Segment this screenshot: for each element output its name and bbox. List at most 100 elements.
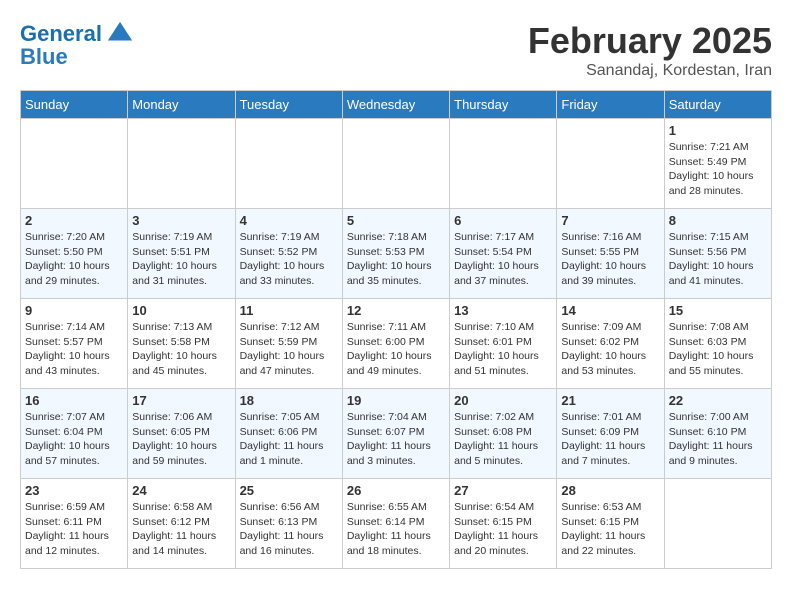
calendar-week-row: 9Sunrise: 7:14 AM Sunset: 5:57 PM Daylig… <box>21 299 772 389</box>
day-info: Sunrise: 7:20 AM Sunset: 5:50 PM Dayligh… <box>25 230 123 289</box>
calendar-cell <box>21 119 128 209</box>
calendar-cell: 22 Sunrise: 7:00 AM Sunset: 6:10 PM Dayli… <box>664 389 771 479</box>
calendar-cell: 19 Sunrise: 7:04 AM Sunset: 6:07 PM Dayli… <box>342 389 449 479</box>
day-number: 26 <box>347 483 445 498</box>
calendar-cell: 25 Sunrise: 6:56 AM Sunset: 6:13 PM Dayli… <box>235 479 342 569</box>
calendar-cell: 3 Sunrise: 7:19 AM Sunset: 5:51 PM Daylig… <box>128 209 235 299</box>
calendar-cell <box>557 119 664 209</box>
calendar-week-row: 16 Sunrise: 7:07 AM Sunset: 6:04 PM Dayli… <box>21 389 772 479</box>
day-info: Sunrise: 7:18 AM Sunset: 5:53 PM Dayligh… <box>347 230 445 289</box>
day-number: 13 <box>454 303 552 318</box>
day-number: 14 <box>561 303 659 318</box>
month-year: February 2025 <box>528 20 772 62</box>
day-number: 1 <box>669 123 767 138</box>
calendar-cell: 7Sunrise: 7:16 AM Sunset: 5:55 PM Daylig… <box>557 209 664 299</box>
calendar-cell: 11 Sunrise: 7:12 AM Sunset: 5:59 PM Dayli… <box>235 299 342 389</box>
day-info: Sunrise: 7:12 AM Sunset: 5:59 PM Dayligh… <box>240 320 338 379</box>
col-header-thursday: Thursday <box>450 91 557 119</box>
day-number: 3 <box>132 213 230 228</box>
day-info: Sunrise: 7:19 AM Sunset: 5:52 PM Dayligh… <box>240 230 338 289</box>
day-info: Sunrise: 7:04 AM Sunset: 6:07 PM Dayligh… <box>347 410 445 469</box>
calendar-cell: 18 Sunrise: 7:05 AM Sunset: 6:06 PM Dayli… <box>235 389 342 479</box>
calendar-cell: 26 Sunrise: 6:55 AM Sunset: 6:14 PM Dayli… <box>342 479 449 569</box>
day-number: 24 <box>132 483 230 498</box>
calendar-cell: 24 Sunrise: 6:58 AM Sunset: 6:12 PM Dayli… <box>128 479 235 569</box>
day-info: Sunrise: 7:10 AM Sunset: 6:01 PM Dayligh… <box>454 320 552 379</box>
day-number: 25 <box>240 483 338 498</box>
col-header-sunday: Sunday <box>21 91 128 119</box>
col-header-monday: Monday <box>128 91 235 119</box>
calendar-cell <box>235 119 342 209</box>
day-info: Sunrise: 7:16 AM Sunset: 5:55 PM Dayligh… <box>561 230 659 289</box>
day-info: Sunrise: 7:02 AM Sunset: 6:08 PM Dayligh… <box>454 410 552 469</box>
day-number: 6 <box>454 213 552 228</box>
day-number: 4 <box>240 213 338 228</box>
day-number: 12 <box>347 303 445 318</box>
calendar-cell: 6 Sunrise: 7:17 AM Sunset: 5:54 PM Daylig… <box>450 209 557 299</box>
calendar-cell: 27 Sunrise: 6:54 AM Sunset: 6:15 PM Dayli… <box>450 479 557 569</box>
day-info: Sunrise: 7:15 AM Sunset: 5:56 PM Dayligh… <box>669 230 767 289</box>
day-info: Sunrise: 7:13 AM Sunset: 5:58 PM Dayligh… <box>132 320 230 379</box>
calendar-cell: 2Sunrise: 7:20 AM Sunset: 5:50 PM Daylig… <box>21 209 128 299</box>
day-number: 28 <box>561 483 659 498</box>
calendar-cell: 21 Sunrise: 7:01 AM Sunset: 6:09 PM Dayli… <box>557 389 664 479</box>
calendar-cell <box>128 119 235 209</box>
calendar-cell: 17 Sunrise: 7:06 AM Sunset: 6:05 PM Dayli… <box>128 389 235 479</box>
day-number: 9 <box>25 303 123 318</box>
calendar-cell: 14 Sunrise: 7:09 AM Sunset: 6:02 PM Dayli… <box>557 299 664 389</box>
calendar-week-row: 1 Sunrise: 7:21 AM Sunset: 5:49 PM Daylig… <box>21 119 772 209</box>
calendar-cell: 10 Sunrise: 7:13 AM Sunset: 5:58 PM Dayli… <box>128 299 235 389</box>
day-number: 10 <box>132 303 230 318</box>
day-number: 16 <box>25 393 123 408</box>
day-number: 27 <box>454 483 552 498</box>
day-number: 21 <box>561 393 659 408</box>
day-number: 8 <box>669 213 767 228</box>
day-info: Sunrise: 6:58 AM Sunset: 6:12 PM Dayligh… <box>132 500 230 559</box>
day-number: 23 <box>25 483 123 498</box>
day-info: Sunrise: 7:11 AM Sunset: 6:00 PM Dayligh… <box>347 320 445 379</box>
calendar-cell: 5Sunrise: 7:18 AM Sunset: 5:53 PM Daylig… <box>342 209 449 299</box>
logo-text: General <box>20 22 102 46</box>
day-number: 22 <box>669 393 767 408</box>
day-info: Sunrise: 7:06 AM Sunset: 6:05 PM Dayligh… <box>132 410 230 469</box>
day-number: 17 <box>132 393 230 408</box>
logo-icon <box>106 20 134 48</box>
calendar-cell <box>664 479 771 569</box>
col-header-tuesday: Tuesday <box>235 91 342 119</box>
day-info: Sunrise: 7:19 AM Sunset: 5:51 PM Dayligh… <box>132 230 230 289</box>
calendar-table: SundayMondayTuesdayWednesdayThursdayFrid… <box>20 90 772 569</box>
day-number: 19 <box>347 393 445 408</box>
calendar-header-row: SundayMondayTuesdayWednesdayThursdayFrid… <box>21 91 772 119</box>
day-info: Sunrise: 6:56 AM Sunset: 6:13 PM Dayligh… <box>240 500 338 559</box>
calendar-cell: 8 Sunrise: 7:15 AM Sunset: 5:56 PM Daylig… <box>664 209 771 299</box>
day-info: Sunrise: 6:55 AM Sunset: 6:14 PM Dayligh… <box>347 500 445 559</box>
calendar-cell: 16 Sunrise: 7:07 AM Sunset: 6:04 PM Dayli… <box>21 389 128 479</box>
day-info: Sunrise: 7:09 AM Sunset: 6:02 PM Dayligh… <box>561 320 659 379</box>
location: Sanandaj, Kordestan, Iran <box>528 62 772 80</box>
title-block: February 2025 Sanandaj, Kordestan, Iran <box>528 20 772 80</box>
day-number: 18 <box>240 393 338 408</box>
day-info: Sunrise: 7:00 AM Sunset: 6:10 PM Dayligh… <box>669 410 767 469</box>
day-number: 15 <box>669 303 767 318</box>
day-info: Sunrise: 7:21 AM Sunset: 5:49 PM Dayligh… <box>669 140 767 199</box>
calendar-cell: 28Sunrise: 6:53 AM Sunset: 6:15 PM Dayli… <box>557 479 664 569</box>
day-info: Sunrise: 7:07 AM Sunset: 6:04 PM Dayligh… <box>25 410 123 469</box>
page-header: General Blue February 2025 Sanandaj, Kor… <box>20 20 772 80</box>
day-info: Sunrise: 7:05 AM Sunset: 6:06 PM Dayligh… <box>240 410 338 469</box>
day-number: 11 <box>240 303 338 318</box>
day-info: Sunrise: 7:17 AM Sunset: 5:54 PM Dayligh… <box>454 230 552 289</box>
calendar-cell: 13 Sunrise: 7:10 AM Sunset: 6:01 PM Dayli… <box>450 299 557 389</box>
day-info: Sunrise: 6:54 AM Sunset: 6:15 PM Dayligh… <box>454 500 552 559</box>
calendar-cell: 23 Sunrise: 6:59 AM Sunset: 6:11 PM Dayli… <box>21 479 128 569</box>
calendar-cell: 4 Sunrise: 7:19 AM Sunset: 5:52 PM Daylig… <box>235 209 342 299</box>
calendar-cell: 20 Sunrise: 7:02 AM Sunset: 6:08 PM Dayli… <box>450 389 557 479</box>
day-info: Sunrise: 7:08 AM Sunset: 6:03 PM Dayligh… <box>669 320 767 379</box>
col-header-wednesday: Wednesday <box>342 91 449 119</box>
calendar-cell: 12 Sunrise: 7:11 AM Sunset: 6:00 PM Dayli… <box>342 299 449 389</box>
calendar-cell: 1 Sunrise: 7:21 AM Sunset: 5:49 PM Daylig… <box>664 119 771 209</box>
day-number: 20 <box>454 393 552 408</box>
calendar-cell <box>450 119 557 209</box>
calendar-cell: 15 Sunrise: 7:08 AM Sunset: 6:03 PM Dayli… <box>664 299 771 389</box>
day-info: Sunrise: 7:01 AM Sunset: 6:09 PM Dayligh… <box>561 410 659 469</box>
day-info: Sunrise: 6:59 AM Sunset: 6:11 PM Dayligh… <box>25 500 123 559</box>
